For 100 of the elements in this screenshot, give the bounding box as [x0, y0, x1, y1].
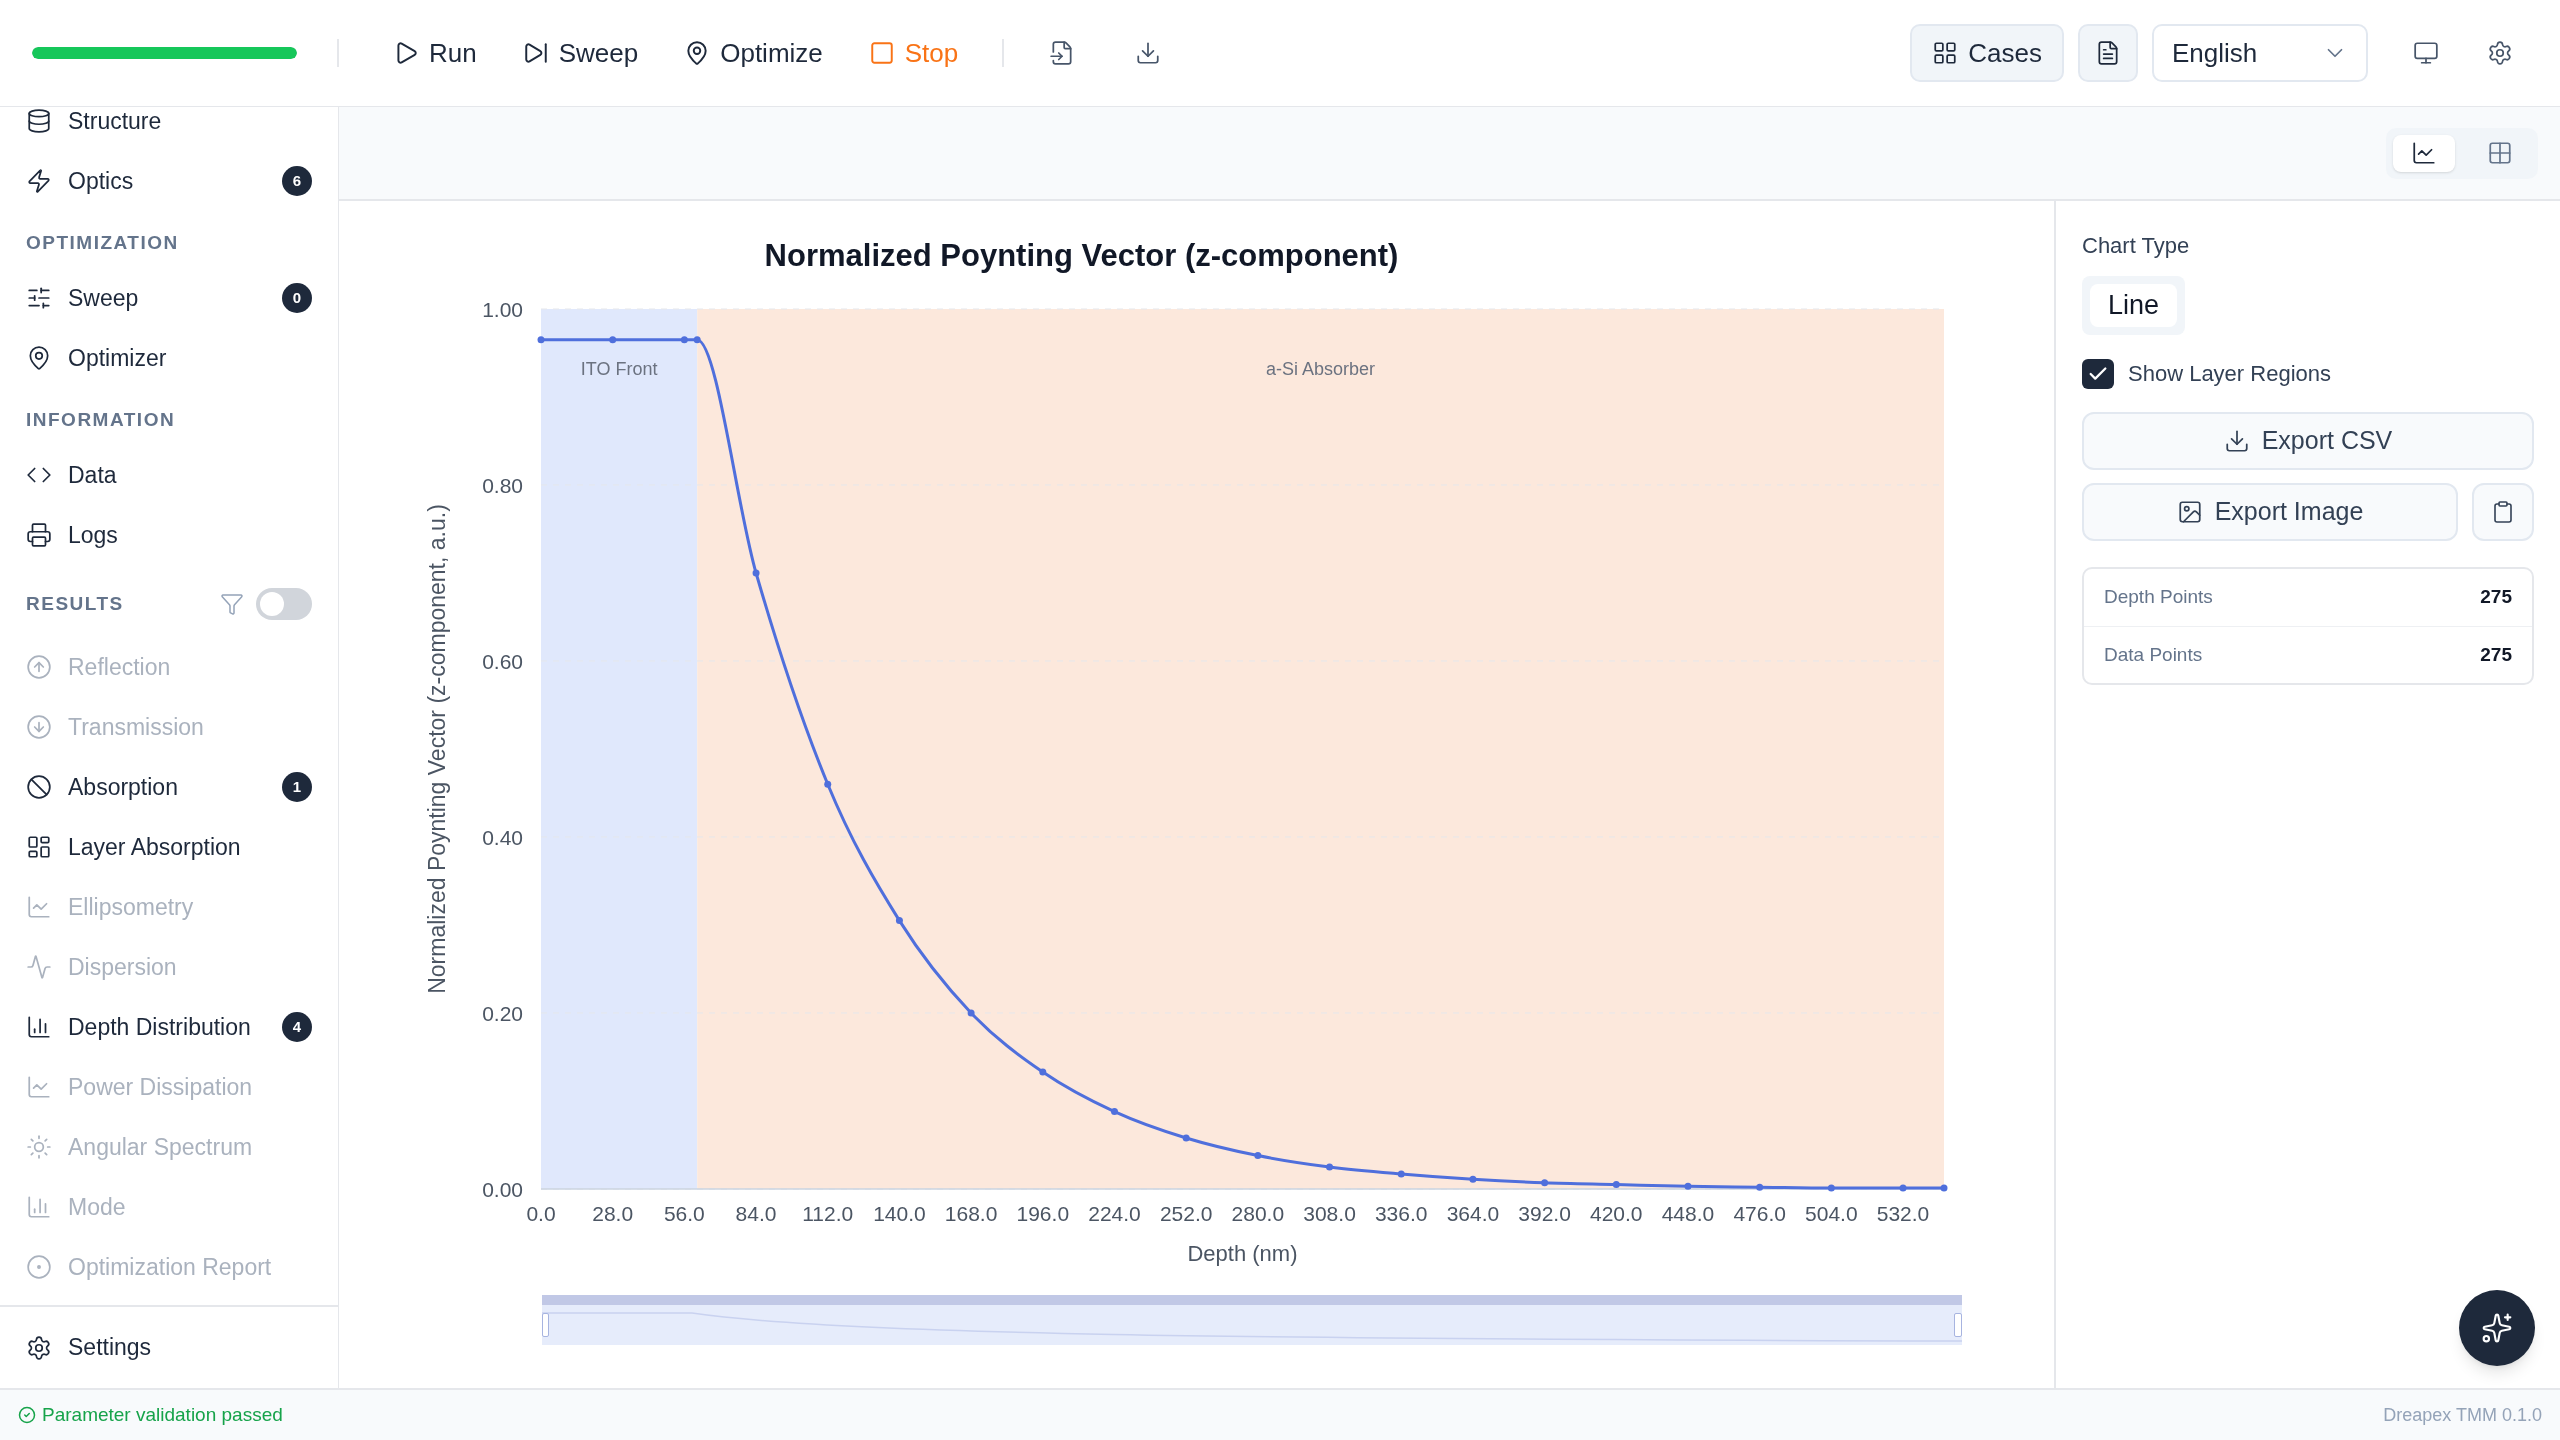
x-tick-label: 112.0 — [802, 1202, 854, 1225]
x-tick-label: 56.0 — [663, 1202, 705, 1225]
y-axis-title: Normalized Poynting Vector (z-component, a.u.) — [424, 504, 450, 994]
stat-label: Depth Points — [2104, 585, 2213, 610]
data-point — [1827, 1184, 1835, 1192]
notes-button[interactable] — [2078, 24, 2138, 82]
sidebar-item[interactable]: Absorption 1 — [0, 757, 338, 817]
x-tick-label: 504.0 — [1805, 1202, 1858, 1225]
version-text: Dreapex TMM 0.1.0 — [2383, 1403, 2542, 1427]
data-point — [693, 336, 701, 344]
sidebar-item[interactable]: Optics 6 — [0, 151, 338, 211]
chart-type-label: Chart Type — [2082, 232, 2191, 260]
sidebar-item[interactable]: Data — [0, 445, 338, 505]
sidebar-item[interactable]: Depth Distribution 4 — [0, 997, 338, 1057]
sidebar-item[interactable]: Structure — [0, 107, 338, 151]
toolbar-button[interactable]: Optimize — [670, 25, 837, 81]
line-chart-icon — [2411, 140, 2437, 166]
data-point — [537, 336, 545, 344]
lightning-icon — [26, 168, 52, 194]
view-tab[interactable] — [2393, 134, 2455, 172]
skip-forward-icon — [522, 40, 549, 66]
data-point — [1612, 1181, 1620, 1189]
language-select[interactable]: English — [2152, 24, 2368, 82]
bar-chart-icon — [26, 1014, 52, 1040]
toolbar-button[interactable]: Run — [379, 25, 491, 81]
monitor-icon — [2413, 40, 2439, 66]
sparkles-icon — [2481, 1312, 2513, 1344]
region-label: ITO Front — [580, 359, 658, 379]
x-tick-label: 420.0 — [1590, 1202, 1643, 1225]
toggle-switch[interactable] — [256, 588, 312, 620]
export-image-button[interactable]: Export Image — [2082, 483, 2458, 541]
x-tick-label: 448.0 — [1661, 1202, 1715, 1225]
sun-icon — [26, 1134, 52, 1160]
download-icon — [2223, 428, 2250, 454]
stat-label: Data Points — [2104, 642, 2203, 667]
assistant-button[interactable] — [2459, 1290, 2535, 1366]
ban-icon — [26, 774, 52, 800]
count-badge: 4 — [282, 1012, 312, 1042]
slider-handle[interactable] — [542, 1313, 549, 1337]
count-badge: 1 — [282, 772, 312, 802]
data-point — [1254, 1152, 1262, 1160]
x-tick-label: 224.0 — [1088, 1202, 1141, 1225]
cases-button[interactable]: Cases — [1910, 24, 2064, 82]
slider-handle[interactable] — [1954, 1313, 1962, 1337]
copy-button[interactable] — [2472, 483, 2534, 541]
data-point — [1469, 1175, 1477, 1183]
x-tick-label: 140.0 — [873, 1202, 926, 1225]
settings-item[interactable]: Settings — [0, 1316, 338, 1379]
sidebar-item[interactable]: Logs — [0, 505, 338, 565]
pulse-icon — [26, 954, 52, 980]
x-tick-label: 84.0 — [735, 1202, 777, 1225]
section-header: INFORMATION — [26, 408, 177, 433]
chart-title: Normalized Poynting Vector (z-component) — [763, 237, 1400, 275]
image-icon — [2176, 499, 2203, 525]
y-tick-label: 0.80 — [482, 474, 523, 497]
chart-type-option[interactable]: Line — [2090, 284, 2178, 327]
x-tick-label: 196.0 — [1016, 1202, 1070, 1225]
count-badge: 6 — [282, 166, 312, 196]
export-csv-button[interactable]: Export CSV — [2082, 412, 2534, 470]
check-circle-icon — [18, 1406, 36, 1424]
toolbar-button[interactable]: Sweep — [508, 25, 653, 81]
data-point — [1541, 1179, 1549, 1187]
stat-value: 275 — [2480, 642, 2512, 667]
x-tick-label: 308.0 — [1303, 1202, 1356, 1225]
layout-icon — [26, 834, 52, 860]
data-point — [1039, 1068, 1047, 1076]
stat-value: 275 — [2480, 585, 2512, 610]
sidebar-item[interactable]: Sweep 0 — [0, 268, 338, 328]
sliders-icon — [26, 285, 52, 311]
data-point — [680, 336, 688, 344]
data-point — [1326, 1163, 1334, 1171]
x-tick-label: 392.0 — [1518, 1202, 1571, 1225]
count-badge: 0 — [282, 283, 312, 313]
line-chart-icon — [26, 1074, 52, 1100]
x-tick-label: 364.0 — [1446, 1202, 1500, 1225]
checkbox[interactable] — [2082, 358, 2114, 389]
download-icon — [1135, 40, 1162, 66]
document-icon — [2095, 40, 2121, 66]
sidebar-item[interactable]: Layer Absorption — [0, 817, 338, 877]
line-chart-icon — [26, 894, 52, 920]
sidebar-item[interactable]: Optimizer — [0, 328, 338, 388]
zoom-range-slider[interactable] — [542, 1295, 1962, 1345]
data-point — [609, 336, 617, 344]
data-point — [1756, 1183, 1764, 1191]
bar-chart-icon — [26, 1194, 52, 1220]
data-point — [1397, 1170, 1405, 1178]
data-point — [1899, 1184, 1907, 1192]
y-tick-label: 0.60 — [482, 650, 523, 673]
x-tick-label: 280.0 — [1231, 1202, 1285, 1225]
data-point — [895, 917, 903, 925]
arrow-up-circle-icon — [26, 654, 52, 680]
y-tick-label: 0.40 — [482, 826, 523, 849]
status-message: Parameter validation passed — [18, 1400, 283, 1430]
clipboard-icon — [2491, 500, 2515, 524]
database-icon — [26, 108, 52, 134]
data-point — [967, 1009, 975, 1017]
x-tick-label: 336.0 — [1374, 1202, 1428, 1225]
x-tick-label: 476.0 — [1733, 1202, 1786, 1225]
x-tick-label: 0.0 — [526, 1202, 556, 1225]
checkbox-label: Show Layer Regions — [2128, 360, 2331, 388]
